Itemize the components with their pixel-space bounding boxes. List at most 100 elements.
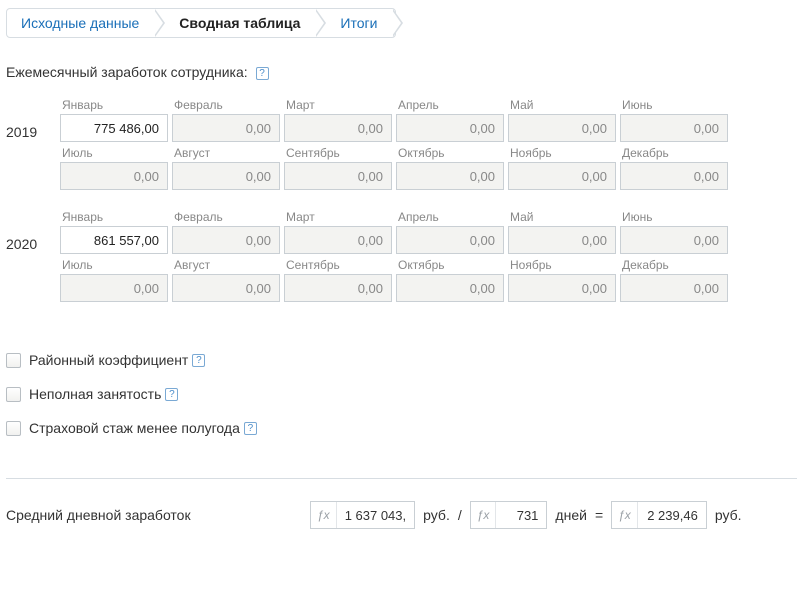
year-label: 2019 [6, 98, 60, 190]
regional-coefficient-label: Районный коэффициент [29, 352, 188, 368]
month-cell: Январь [60, 210, 168, 254]
month-input[interactable] [508, 226, 616, 254]
month-input[interactable] [396, 226, 504, 254]
month-label: Май [508, 210, 616, 224]
insurance-label: Страховой стаж менее полугода [29, 420, 240, 436]
month-label: Сентябрь [284, 146, 392, 160]
month-cell: Август [172, 258, 280, 302]
month-input[interactable] [172, 226, 280, 254]
unit-rub: руб. [423, 507, 450, 523]
help-icon[interactable]: ? [256, 67, 269, 80]
month-input[interactable] [508, 114, 616, 142]
month-label: Ноябрь [508, 146, 616, 160]
month-input[interactable] [60, 226, 168, 254]
month-label: Март [284, 210, 392, 224]
fx-icon: ƒx [471, 502, 497, 528]
option-insurance: Страховой стаж менее полугода ? [6, 420, 797, 436]
month-label: Июль [60, 258, 168, 272]
month-label: Январь [60, 98, 168, 112]
month-cell: Октябрь [396, 258, 504, 302]
regional-coefficient-checkbox[interactable] [6, 353, 21, 368]
help-icon[interactable]: ? [192, 354, 205, 367]
month-label: Июнь [620, 210, 728, 224]
equals: = [595, 507, 603, 523]
result-value: 2 239,46 [638, 508, 706, 523]
month-cell: Ноябрь [508, 146, 616, 190]
wizard-tabs: Исходные данные Сводная таблица Итоги [0, 0, 803, 54]
help-icon[interactable]: ? [244, 422, 257, 435]
section-title-text: Ежемесячный заработок сотрудника: [6, 64, 248, 80]
wizard-tabs-outline: Исходные данные Сводная таблица Итоги [6, 8, 396, 38]
month-input[interactable] [396, 114, 504, 142]
tab-totals[interactable]: Итоги [318, 9, 395, 37]
month-label: Октябрь [396, 258, 504, 272]
month-input[interactable] [284, 162, 392, 190]
month-cell: Март [284, 210, 392, 254]
total-earnings-input[interactable]: ƒx 1 637 043, [310, 501, 415, 529]
month-input[interactable] [60, 114, 168, 142]
month-input[interactable] [396, 274, 504, 302]
month-input[interactable] [172, 274, 280, 302]
month-input[interactable] [60, 274, 168, 302]
tab-pivot-table[interactable]: Сводная таблица [157, 9, 318, 37]
month-cell: Декабрь [620, 258, 728, 302]
month-label: Апрель [396, 98, 504, 112]
month-cell: Май [508, 98, 616, 142]
part-time-checkbox[interactable] [6, 387, 21, 402]
month-input[interactable] [172, 162, 280, 190]
month-cell: Июнь [620, 210, 728, 254]
month-label: Январь [60, 210, 168, 224]
month-label: Июнь [620, 98, 728, 112]
part-time-label: Неполная занятость [29, 386, 161, 402]
month-label: Ноябрь [508, 258, 616, 272]
month-input[interactable] [284, 226, 392, 254]
month-label: Апрель [396, 210, 504, 224]
month-cell: Сентябрь [284, 146, 392, 190]
month-label: Октябрь [396, 146, 504, 160]
help-icon[interactable]: ? [165, 388, 178, 401]
section-title: Ежемесячный заработок сотрудника: ? [0, 54, 803, 98]
month-label: Август [172, 146, 280, 160]
summary-row: Средний дневной заработок ƒx 1 637 043, … [0, 479, 803, 547]
month-label: Декабрь [620, 146, 728, 160]
month-cell: Февраль [172, 210, 280, 254]
month-cell: Июль [60, 146, 168, 190]
months-grid: Январь Февраль Март Апрель Май Июнь Июль Август… [60, 98, 797, 190]
month-input[interactable] [508, 162, 616, 190]
months-grid: Январь Февраль Март Апрель Май Июнь Июль Август… [60, 210, 797, 302]
month-cell: Май [508, 210, 616, 254]
month-cell: Ноябрь [508, 258, 616, 302]
month-cell: Март [284, 98, 392, 142]
insurance-checkbox[interactable] [6, 421, 21, 436]
result-input[interactable]: ƒx 2 239,46 [611, 501, 707, 529]
month-input[interactable] [396, 162, 504, 190]
month-label: Май [508, 98, 616, 112]
month-input[interactable] [508, 274, 616, 302]
days-value: 731 [496, 508, 546, 523]
month-input[interactable] [284, 114, 392, 142]
month-input[interactable] [172, 114, 280, 142]
month-cell: Июнь [620, 98, 728, 142]
month-label: Декабрь [620, 258, 728, 272]
month-label: Сентябрь [284, 258, 392, 272]
month-input[interactable] [620, 114, 728, 142]
month-input[interactable] [60, 162, 168, 190]
option-regional-coefficient: Районный коэффициент ? [6, 352, 797, 368]
tab-source-data[interactable]: Исходные данные [7, 9, 157, 37]
month-cell: Июль [60, 258, 168, 302]
unit-rub-2: руб. [715, 507, 742, 523]
month-input[interactable] [284, 274, 392, 302]
month-input[interactable] [620, 162, 728, 190]
days-input[interactable]: ƒx 731 [470, 501, 548, 529]
unit-days: дней [555, 507, 587, 523]
month-cell: Декабрь [620, 146, 728, 190]
month-label: Март [284, 98, 392, 112]
month-input[interactable] [620, 274, 728, 302]
total-earnings-value: 1 637 043, [337, 508, 414, 523]
month-cell: Октябрь [396, 146, 504, 190]
slash: / [458, 507, 462, 523]
month-label: Февраль [172, 98, 280, 112]
month-input[interactable] [620, 226, 728, 254]
month-cell: Апрель [396, 98, 504, 142]
month-cell: Сентябрь [284, 258, 392, 302]
